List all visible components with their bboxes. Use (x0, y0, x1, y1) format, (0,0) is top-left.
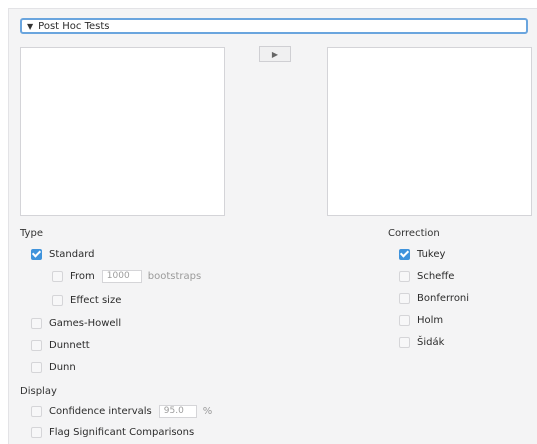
tukey-label: Tukey (417, 248, 446, 260)
bootstraps-suffix: bootstraps (147, 270, 202, 282)
dunnett-checkbox[interactable] (31, 339, 42, 351)
flag-significant-option[interactable]: Flag Significant Comparisons (31, 425, 194, 439)
confidence-intervals-label: Confidence intervals (49, 405, 152, 417)
available-variables-list[interactable] (20, 47, 225, 216)
type-group-label: Type (20, 228, 43, 239)
flag-significant-label: Flag Significant Comparisons (49, 426, 195, 438)
collapse-triangle-icon: ▼ (27, 21, 34, 31)
arrow-right-icon: ▶ (271, 49, 279, 59)
effect-size-checkbox[interactable] (52, 294, 63, 306)
bonferroni-option[interactable]: Bonferroni (399, 291, 469, 305)
games-howell-option[interactable]: Games-Howell (31, 316, 121, 330)
sidak-label: Šidák (417, 336, 445, 348)
scheffe-option[interactable]: Scheffe (399, 269, 454, 283)
sidak-checkbox[interactable] (399, 336, 410, 348)
confidence-level-input[interactable]: 95.0 (158, 404, 197, 418)
from-checkbox[interactable] (52, 270, 63, 282)
dunn-option[interactable]: Dunn (31, 360, 76, 374)
games-howell-checkbox[interactable] (31, 317, 42, 329)
tukey-option[interactable]: Tukey (399, 247, 445, 261)
tukey-checkbox[interactable] (399, 248, 410, 260)
from-bootstraps-option[interactable]: From 1000 bootstraps (52, 269, 201, 283)
percent-suffix: % (202, 405, 213, 417)
post-hoc-section-header[interactable]: ▼ Post Hoc Tests (20, 18, 528, 34)
bonferroni-checkbox[interactable] (399, 292, 410, 304)
effect-size-option[interactable]: Effect size (52, 293, 121, 307)
selected-terms-list[interactable] (327, 47, 532, 216)
flag-significant-checkbox[interactable] (31, 426, 42, 438)
standard-label: Standard (49, 248, 95, 260)
scheffe-checkbox[interactable] (399, 270, 410, 282)
bonferroni-label: Bonferroni (417, 292, 470, 304)
standard-checkbox[interactable] (31, 248, 42, 260)
dunnett-label: Dunnett (49, 339, 90, 351)
holm-label: Holm (417, 314, 444, 326)
holm-option[interactable]: Holm (399, 313, 443, 327)
move-right-button[interactable]: ▶ (259, 46, 291, 62)
confidence-intervals-option[interactable]: Confidence intervals 95.0 % (31, 404, 212, 418)
dunn-label: Dunn (49, 361, 76, 373)
dunn-checkbox[interactable] (31, 361, 42, 373)
sidak-option[interactable]: Šidák (399, 335, 444, 349)
bootstraps-input[interactable]: 1000 (101, 269, 142, 283)
section-title: Post Hoc Tests (38, 20, 110, 32)
games-howell-label: Games-Howell (49, 317, 122, 329)
from-label: From (70, 270, 95, 282)
holm-checkbox[interactable] (399, 314, 410, 326)
scheffe-label: Scheffe (417, 270, 455, 282)
standard-option[interactable]: Standard (31, 247, 95, 261)
confidence-intervals-checkbox[interactable] (31, 405, 42, 417)
effect-size-label: Effect size (70, 294, 122, 306)
display-group-label: Display (20, 386, 57, 397)
dunnett-option[interactable]: Dunnett (31, 338, 90, 352)
correction-group-label: Correction (388, 228, 440, 239)
